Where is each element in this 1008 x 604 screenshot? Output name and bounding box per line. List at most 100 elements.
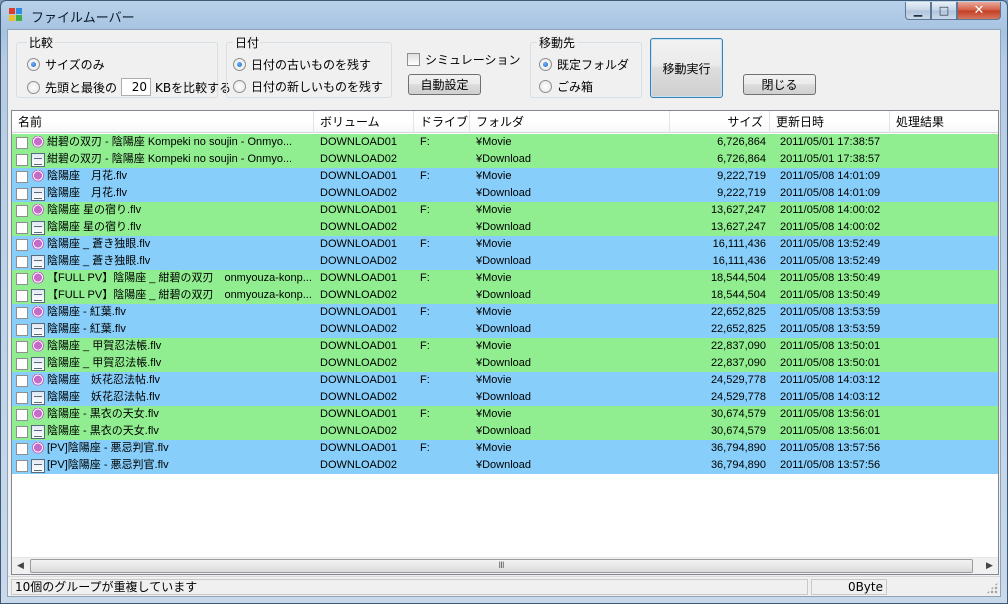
kb-input[interactable]: 20 <box>121 78 152 96</box>
radio-size-only-indicator[interactable] <box>27 58 40 71</box>
cell-date: 2011/05/08 14:03:12 <box>780 374 881 386</box>
table-row[interactable]: 陰陽座 - 紅葉.flv DOWNLOAD02 ¥Download 22,652,82… <box>12 321 998 338</box>
row-checkbox[interactable] <box>16 238 28 251</box>
row-checkbox[interactable] <box>16 187 28 200</box>
scroll-right-icon[interactable]: ▶ <box>981 558 998 574</box>
title-bar[interactable]: ファイルムーバー ▁ □ ✕ <box>1 1 1007 29</box>
column-header-drive[interactable]: ドライブ <box>414 111 470 133</box>
cell-size: 22,652,825 <box>710 306 766 318</box>
column-header-folder[interactable]: フォルダ <box>470 111 670 133</box>
row-checkbox[interactable] <box>16 340 28 353</box>
cell-result <box>890 202 998 219</box>
table-row[interactable]: 紺碧の双刃 - 陰陽座 Kompeki no soujin - Onmyo...… <box>12 134 998 151</box>
scroll-thumb[interactable]: Ⅲ <box>30 559 973 573</box>
row-name: 陰陽座 _ 蒼き独眼.flv <box>47 255 151 267</box>
cell-folder: ¥Movie <box>476 136 512 148</box>
horizontal-scrollbar[interactable]: ◀ Ⅲ ▶ <box>12 557 998 574</box>
cell-drive <box>414 321 470 338</box>
row-checkbox[interactable] <box>16 170 28 183</box>
row-checkbox[interactable] <box>16 136 28 149</box>
cell-size: 13,627,247 <box>710 204 766 216</box>
table-row[interactable]: 陰陽座 月花.flv DOWNLOAD02 ¥Download 9,222,719 20… <box>12 185 998 202</box>
cell-result <box>890 219 998 236</box>
radio-trash-indicator[interactable] <box>539 80 552 93</box>
cell-date: 2011/05/08 14:01:09 <box>780 170 881 182</box>
row-checkbox[interactable] <box>16 391 28 404</box>
file-list[interactable]: 名前 ボリューム ドライブ フォルダ サイズ 更新日時 処理結果 紺碧の双刃 -… <box>11 110 999 575</box>
table-row[interactable]: [PV]陰陽座 - 悪忌判官.flv DOWNLOAD01 F: ¥Movie 36,7… <box>12 440 998 457</box>
table-row[interactable]: 陰陽座 星の宿り.flv DOWNLOAD02 ¥Download 13,627,24… <box>12 219 998 236</box>
radio-size-only[interactable]: サイズのみ <box>27 56 105 73</box>
row-checkbox[interactable] <box>16 221 28 234</box>
column-header-result[interactable]: 処理結果 <box>890 111 998 133</box>
row-checkbox[interactable] <box>16 272 28 285</box>
list-rows: 紺碧の双刃 - 陰陽座 Kompeki no soujin - Onmyo...… <box>12 134 998 474</box>
execute-move-button[interactable]: 移動実行 <box>650 38 723 98</box>
cell-name: 陰陽座 星の宿り.flv <box>12 219 314 236</box>
window-controls: ▁ □ ✕ <box>905 2 1001 20</box>
row-checkbox[interactable] <box>16 306 28 319</box>
table-row[interactable]: 陰陽座 月花.flv DOWNLOAD01 F: ¥Movie 9,222,719 201… <box>12 168 998 185</box>
scroll-left-icon[interactable]: ◀ <box>12 558 29 574</box>
table-row[interactable]: 陰陽座 _ 甲賀忍法帳.flv DOWNLOAD02 ¥Download 22,837… <box>12 355 998 372</box>
row-checkbox[interactable] <box>16 425 28 438</box>
maximize-button[interactable]: □ <box>931 2 957 20</box>
table-row[interactable]: 陰陽座 _ 甲賀忍法帳.flv DOWNLOAD01 F: ¥Movie 22,837,… <box>12 338 998 355</box>
simulation-checkbox-box[interactable] <box>407 53 420 66</box>
cell-result <box>890 440 998 457</box>
table-row[interactable]: 陰陽座 妖花忍法帖.flv DOWNLOAD01 F: ¥Movie 24,529,77… <box>12 372 998 389</box>
file-icon <box>31 152 45 167</box>
row-checkbox[interactable] <box>16 323 28 336</box>
radio-keep-new[interactable]: 日付の新しいものを残す <box>233 78 383 95</box>
table-row[interactable]: 陰陽座 _ 蒼き独眼.flv DOWNLOAD01 F: ¥Movie 16,111,4… <box>12 236 998 253</box>
table-row[interactable]: 陰陽座 - 紅葉.flv DOWNLOAD01 F: ¥Movie 22,652,825… <box>12 304 998 321</box>
auto-setting-button[interactable]: 自動設定 <box>408 74 481 95</box>
radio-keep-new-indicator[interactable] <box>233 80 246 93</box>
movie-icon <box>31 271 45 286</box>
row-checkbox[interactable] <box>16 459 28 472</box>
row-checkbox[interactable] <box>16 204 28 217</box>
table-row[interactable]: 陰陽座 - 黒衣の天女.flv DOWNLOAD01 F: ¥Movie 30,674,… <box>12 406 998 423</box>
minimize-button[interactable]: ▁ <box>905 2 931 20</box>
cell-size: 22,652,825 <box>710 323 766 335</box>
status-message: 10個のグループが重複しています <box>11 579 808 595</box>
cell-volume: DOWNLOAD01 <box>320 306 398 318</box>
row-name: 陰陽座 妖花忍法帖.flv <box>47 391 161 403</box>
radio-head-tail-indicator[interactable] <box>27 80 40 94</box>
cell-folder: ¥Movie <box>476 306 512 318</box>
table-row[interactable]: 紺碧の双刃 - 陰陽座 Kompeki no soujin - Onmyo...… <box>12 151 998 168</box>
row-checkbox[interactable] <box>16 442 28 455</box>
resize-grip-icon[interactable] <box>986 582 998 594</box>
row-checkbox[interactable] <box>16 153 28 166</box>
radio-default-folder[interactable]: 既定フォルダ <box>539 56 629 73</box>
close-window-button[interactable]: ✕ <box>957 2 1001 20</box>
cell-volume: DOWNLOAD02 <box>320 289 398 301</box>
column-header-name[interactable]: 名前 <box>12 111 314 133</box>
column-header-date[interactable]: 更新日時 <box>770 111 890 133</box>
radio-keep-old[interactable]: 日付の古いものを残す <box>233 56 371 73</box>
table-row[interactable]: 陰陽座 - 黒衣の天女.flv DOWNLOAD02 ¥Download 30,674… <box>12 423 998 440</box>
table-row[interactable]: 陰陽座 _ 蒼き独眼.flv DOWNLOAD02 ¥Download 16,111,… <box>12 253 998 270</box>
radio-default-folder-indicator[interactable] <box>539 58 552 71</box>
row-checkbox[interactable] <box>16 289 28 302</box>
cell-date: 2011/05/08 13:52:49 <box>780 255 881 267</box>
row-checkbox[interactable] <box>16 255 28 268</box>
close-button[interactable]: 閉じる <box>743 74 816 95</box>
table-row[interactable]: 陰陽座 妖花忍法帖.flv DOWNLOAD02 ¥Download 24,529,7… <box>12 389 998 406</box>
table-row[interactable]: 【FULL PV】陰陽座 _ 紺碧の双刃 onmyouza-konp... DOW… <box>12 270 998 287</box>
radio-keep-old-indicator[interactable] <box>233 58 246 71</box>
row-checkbox[interactable] <box>16 357 28 370</box>
row-checkbox[interactable] <box>16 374 28 387</box>
column-header-volume[interactable]: ボリューム <box>314 111 414 133</box>
row-checkbox[interactable] <box>16 408 28 421</box>
table-row[interactable]: 【FULL PV】陰陽座 _ 紺碧の双刃 onmyouza-konp... DOW… <box>12 287 998 304</box>
radio-head-tail[interactable]: 先頭と最後の 20 KBを比較する <box>27 78 231 96</box>
table-row[interactable]: 陰陽座 星の宿り.flv DOWNLOAD01 F: ¥Movie 13,627,247… <box>12 202 998 219</box>
table-row[interactable]: [PV]陰陽座 - 悪忌判官.flv DOWNLOAD02 ¥Download 36,… <box>12 457 998 474</box>
column-header-size[interactable]: サイズ <box>670 111 770 133</box>
simulation-checkbox[interactable]: シミュレーション <box>407 51 521 68</box>
radio-trash[interactable]: ごみ箱 <box>539 78 593 95</box>
cell-drive: F: <box>420 204 430 216</box>
cell-folder: ¥Download <box>476 255 532 267</box>
file-icon <box>31 356 45 371</box>
